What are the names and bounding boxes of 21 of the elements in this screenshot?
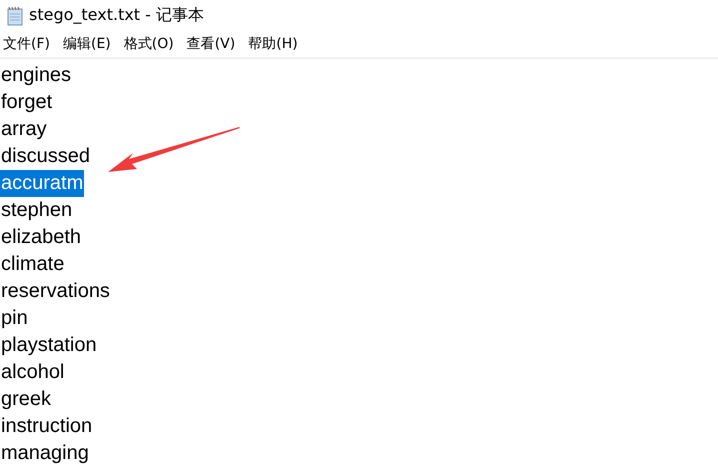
- text-line: greek: [0, 387, 52, 412]
- text-line: elizabeth: [0, 225, 82, 250]
- text-line: managing: [0, 441, 90, 464]
- text-line: forget: [0, 90, 54, 115]
- text-line: reservations: [0, 279, 111, 304]
- window-title: stego_text.txt - 记事本: [29, 5, 204, 26]
- notepad-icon: [6, 6, 24, 26]
- text-line: alcohol: [0, 360, 66, 385]
- text-line: discussed: [0, 144, 91, 169]
- menu-item[interactable]: 文件(F): [3, 35, 50, 53]
- text-line: instruction: [0, 414, 94, 439]
- text-line: stephen: [0, 198, 74, 223]
- menu-item[interactable]: 查看(V): [186, 35, 236, 53]
- text-line: playstation: [0, 333, 98, 358]
- menu-item[interactable]: 编辑(E): [62, 35, 111, 53]
- text-line: array: [0, 117, 48, 142]
- text-line: pin: [0, 306, 29, 331]
- menu-item[interactable]: 格式(O): [124, 35, 174, 53]
- menu-item[interactable]: 帮助(H): [248, 35, 298, 53]
- text-line: engines: [0, 63, 72, 88]
- text-line: climate: [0, 252, 66, 277]
